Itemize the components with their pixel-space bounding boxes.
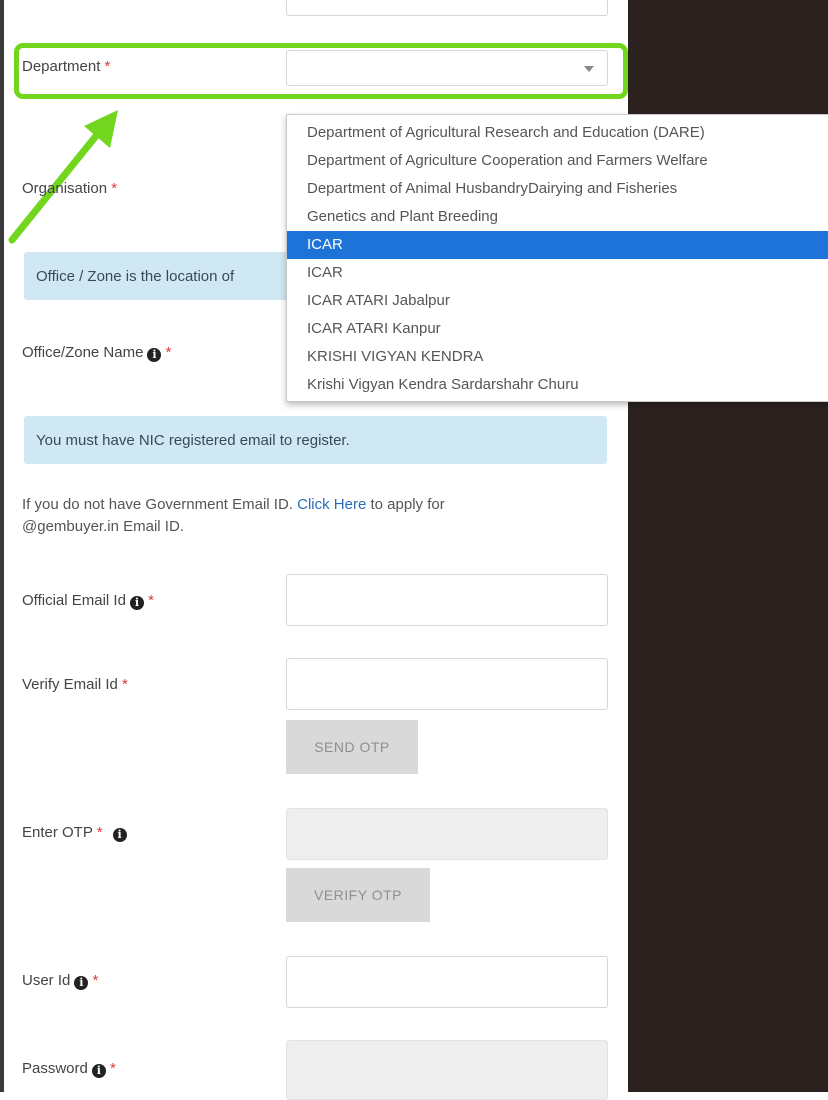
info-icon[interactable]: i [74, 976, 89, 990]
enter-otp-input[interactable] [286, 808, 608, 860]
required-marker: * [92, 972, 99, 989]
nic-email-alert: You must have NIC registered email to re… [24, 416, 607, 464]
info-icon[interactable]: i [112, 828, 127, 842]
dropdown-option[interactable]: Department of Agricultural Research and … [287, 119, 828, 147]
info-icon[interactable]: i [147, 348, 162, 362]
dropdown-option[interactable]: Krishi Vigyan Kendra Sardarshahr Churu [287, 371, 828, 399]
nic-email-alert-text: You must have NIC registered email to re… [36, 431, 350, 449]
department-dropdown-list: Department of Agricultural Research and … [286, 114, 828, 402]
info-icon[interactable]: i [91, 1064, 106, 1078]
password-label: Password i * [22, 1060, 116, 1078]
user-id-label: User Id i * [22, 972, 99, 990]
required-marker: * [110, 1060, 116, 1077]
dropdown-option[interactable]: KRISHI VIGYAN KENDRA [287, 343, 828, 371]
top-partial-input[interactable] [286, 0, 608, 16]
required-marker: * [111, 180, 118, 197]
dropdown-option[interactable]: ICAR ATARI Kanpur [287, 315, 828, 343]
verify-email-label: Verify Email Id * [22, 676, 128, 693]
official-email-label: Official Email Id i * [22, 592, 154, 610]
office-zone-alert-text: Office / Zone is the location of [36, 267, 235, 285]
office-zone-name-label: Office/Zone Name i * [22, 344, 172, 362]
required-marker: * [165, 344, 172, 361]
dropdown-option[interactable]: ICAR [287, 259, 828, 287]
required-marker: * [122, 676, 128, 693]
dropdown-option-selected[interactable]: ICAR [287, 231, 828, 259]
dropdown-option[interactable]: ICAR ATARI Jabalpur [287, 287, 828, 315]
dropdown-option[interactable]: Department of Agriculture Cooperation an… [287, 147, 828, 175]
dropdown-option[interactable]: Department of Animal HusbandryDairying a… [287, 175, 828, 203]
required-marker: * [148, 592, 154, 609]
info-icon[interactable]: i [129, 596, 144, 610]
user-id-input[interactable] [286, 956, 608, 1008]
verify-email-input[interactable] [286, 658, 608, 710]
dropdown-option[interactable]: Genetics and Plant Breeding [287, 203, 828, 231]
password-input[interactable] [286, 1040, 608, 1100]
send-otp-button[interactable]: SEND OTP [286, 720, 418, 774]
organisation-label: Organisation * [22, 180, 118, 197]
arrow-icon [8, 110, 118, 244]
official-email-input[interactable] [286, 574, 608, 626]
department-highlight-box [14, 43, 628, 99]
enter-otp-label: Enter OTP * i [22, 824, 127, 842]
gov-email-note: If you do not have Government Email ID. … [22, 496, 445, 535]
click-here-link[interactable]: Click Here [297, 496, 366, 513]
required-marker: * [96, 824, 103, 841]
verify-otp-button[interactable]: VERIFY OTP [286, 868, 430, 922]
